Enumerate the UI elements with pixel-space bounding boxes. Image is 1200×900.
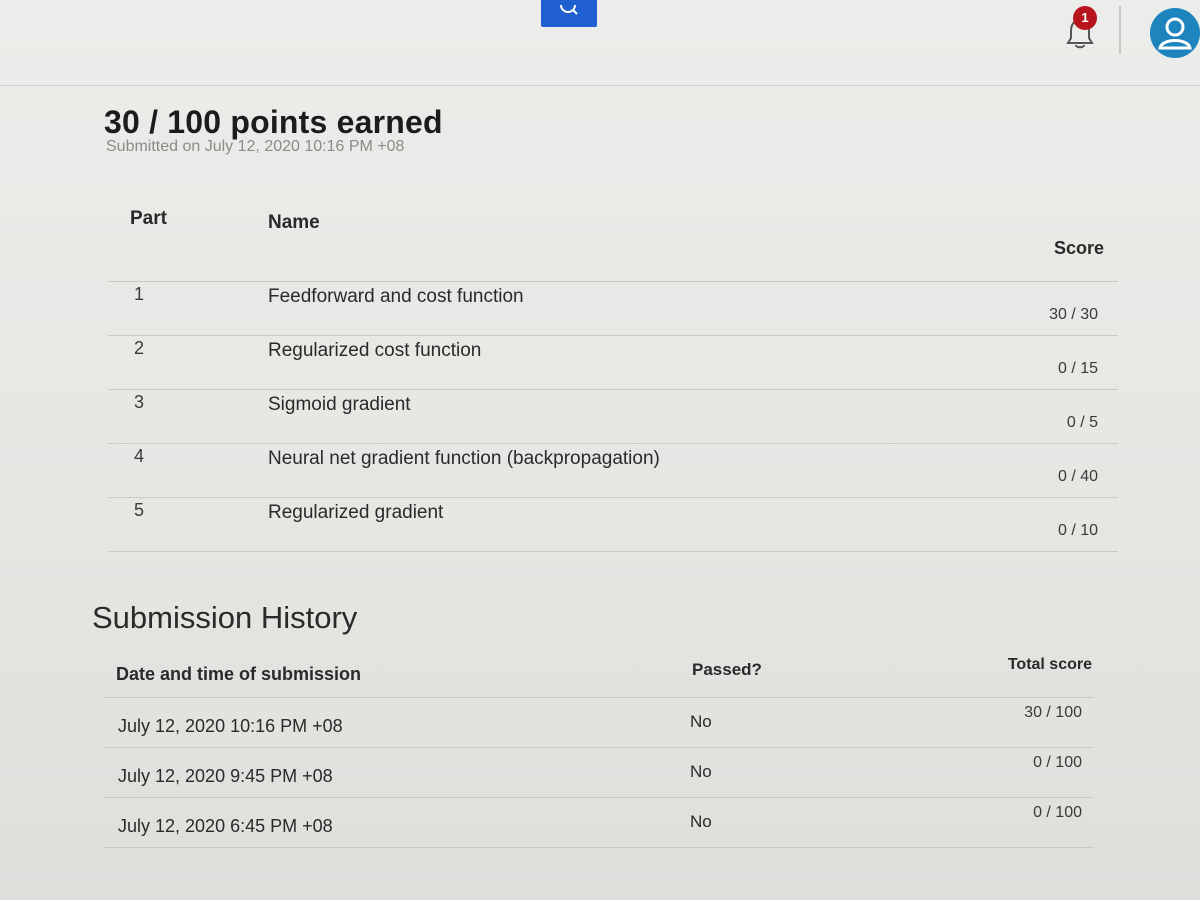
table-row: July 12, 2020 6:45 PM +08 No 0 / 100 — [104, 798, 1094, 848]
submission-total-score: 0 / 100 — [1033, 754, 1082, 771]
user-avatar-button[interactable] — [1150, 8, 1200, 58]
search-button[interactable] — [541, 0, 597, 27]
column-header-name: Name — [268, 212, 320, 233]
table-row: 3 Sigmoid gradient 0 / 5 — [108, 390, 1118, 444]
part-name: Regularized gradient — [268, 502, 444, 523]
points-earned-title: 30 / 100 points earned — [104, 104, 443, 140]
submission-date: July 12, 2020 10:16 PM +08 — [118, 716, 343, 736]
submission-passed: No — [690, 812, 712, 831]
column-header-score: Score — [1053, 238, 1104, 258]
part-score: 0 / 15 — [1057, 360, 1098, 377]
parts-table-header: Part Name Score — [108, 200, 1118, 282]
part-number: 1 — [134, 284, 145, 304]
table-row: July 12, 2020 9:45 PM +08 No 0 / 100 — [104, 748, 1094, 798]
submission-passed: No — [690, 712, 712, 731]
table-row: 5 Regularized gradient 0 / 10 — [108, 498, 1118, 552]
table-row: 2 Regularized cost function 0 / 15 — [108, 336, 1118, 390]
search-icon — [560, 5, 578, 15]
part-score: 0 / 40 — [1057, 468, 1098, 485]
part-number: 2 — [134, 338, 145, 358]
part-number: 5 — [134, 500, 145, 520]
part-name: Neural net gradient function (backpropag… — [268, 448, 660, 469]
assignment-results-page: 1 30 / 100 points earned Submitted on Ju… — [0, 0, 1200, 900]
part-number: 4 — [134, 446, 145, 466]
table-row: July 12, 2020 10:16 PM +08 No 30 / 100 — [104, 698, 1094, 748]
part-score: 0 / 5 — [1066, 414, 1098, 431]
submission-date: July 12, 2020 9:45 PM +08 — [118, 766, 333, 786]
column-header-passed: Passed? — [692, 660, 762, 679]
table-row: 1 Feedforward and cost function 30 / 30 — [108, 282, 1118, 336]
submission-date: July 12, 2020 6:45 PM +08 — [118, 816, 333, 836]
table-row: 4 Neural net gradient function (backprop… — [108, 444, 1118, 498]
column-header-total-score: Total score — [1007, 656, 1092, 673]
part-number: 3 — [134, 392, 145, 412]
part-name: Sigmoid gradient — [268, 394, 411, 415]
submission-passed: No — [690, 762, 712, 781]
submission-history-title: Submission History — [92, 600, 358, 635]
submission-total-score: 30 / 100 — [1024, 704, 1082, 721]
column-header-date: Date and time of submission — [116, 664, 362, 684]
user-avatar-icon — [1158, 17, 1192, 50]
submission-history-table: Date and time of submission Passed? Tota… — [104, 652, 1094, 848]
part-score: 30 / 30 — [1049, 306, 1098, 323]
notification-badge: 1 — [1073, 6, 1097, 30]
part-name: Feedforward and cost function — [268, 286, 524, 307]
submission-total-score: 0 / 100 — [1033, 804, 1082, 821]
header-divider — [1119, 6, 1121, 54]
part-score: 0 / 10 — [1057, 522, 1098, 539]
part-name: Regularized cost function — [268, 340, 482, 361]
notifications-button[interactable]: 1 — [1060, 4, 1102, 50]
history-table-header: Date and time of submission Passed? Tota… — [104, 652, 1094, 698]
top-header: 1 — [0, 0, 1200, 86]
parts-score-table: Part Name Score 1 Feedforward and cost f… — [108, 200, 1118, 552]
submitted-timestamp: Submitted on July 12, 2020 10:16 PM +08 — [106, 138, 405, 155]
column-header-part: Part — [130, 208, 167, 229]
